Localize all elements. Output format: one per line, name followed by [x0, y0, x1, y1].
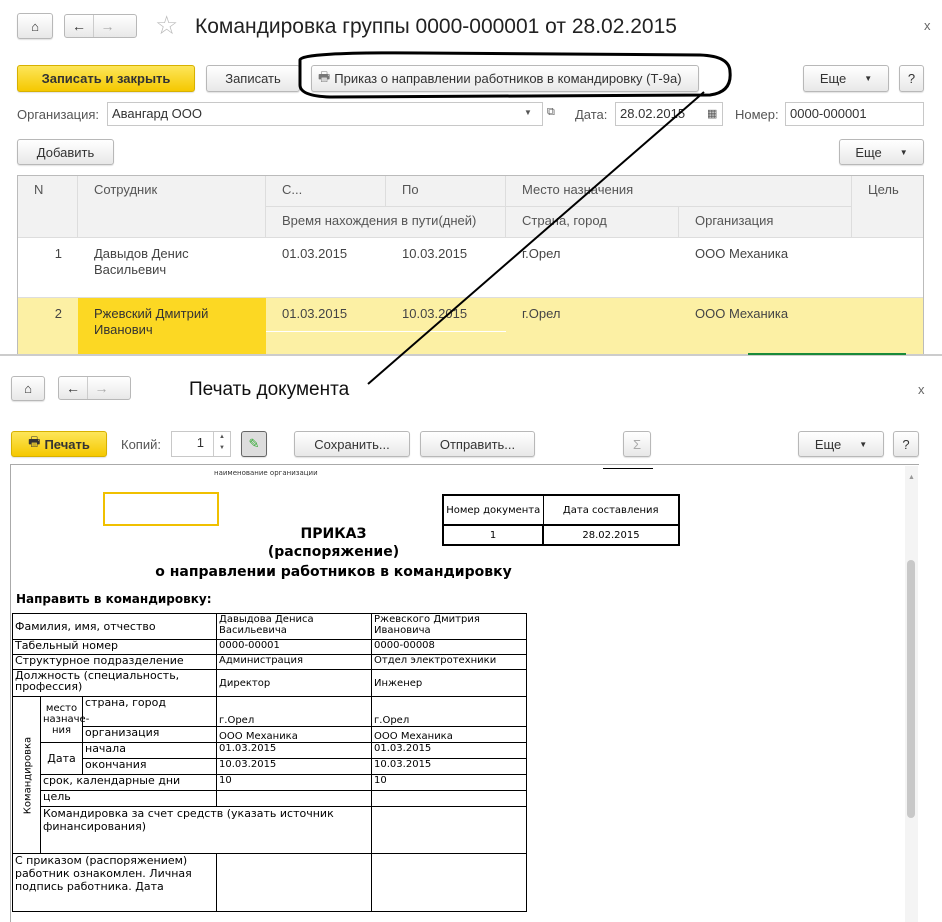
callout-arrow-line — [367, 91, 705, 385]
callout-ellipse — [298, 51, 732, 99]
annotation-callout — [298, 51, 732, 385]
